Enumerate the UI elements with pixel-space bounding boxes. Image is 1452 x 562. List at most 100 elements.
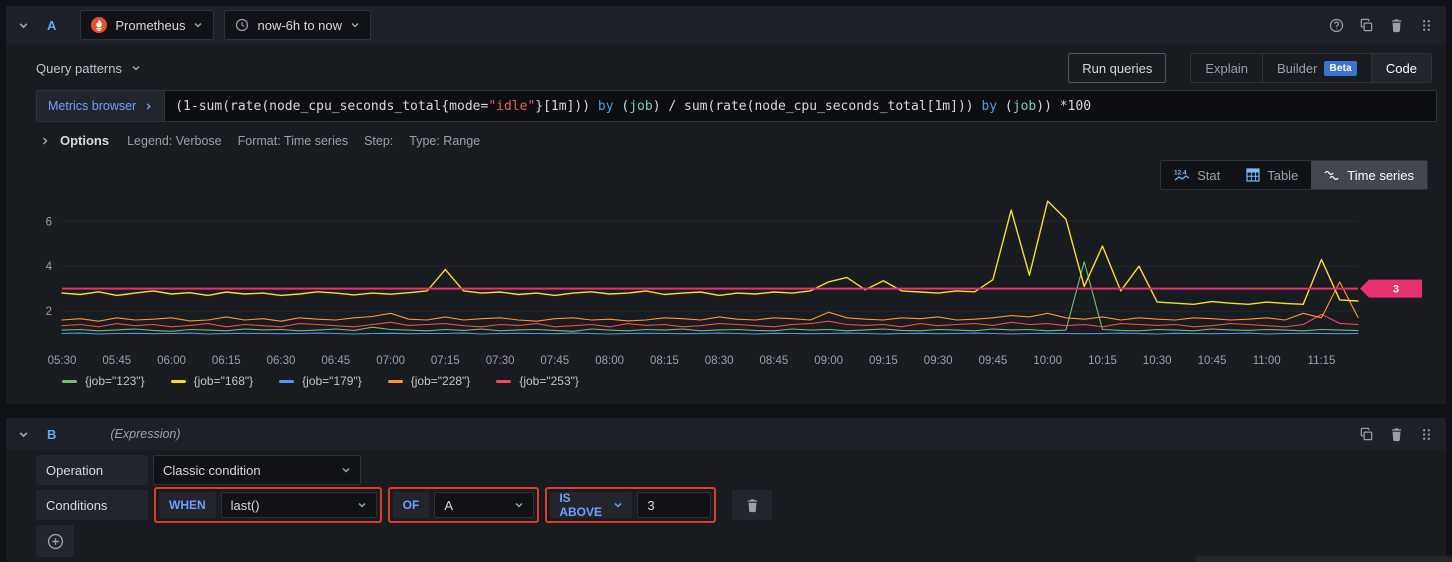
query-patterns-dropdown[interactable]: Query patterns xyxy=(36,61,141,76)
legend-label: {job="228"} xyxy=(411,374,471,388)
operation-label: Operation xyxy=(36,455,148,485)
svg-text:08:45: 08:45 xyxy=(760,355,789,367)
query-panel-a: A Prometheus now-6h to now xyxy=(6,6,1446,404)
chevron-down-icon xyxy=(613,500,623,510)
chevron-down-icon[interactable] xyxy=(18,20,29,31)
operation-select[interactable]: Classic condition xyxy=(153,455,361,485)
legend-label: {job="179"} xyxy=(302,374,362,388)
query-options-row[interactable]: Options Legend: Verbose Format: Time ser… xyxy=(40,133,496,148)
chevron-right-icon xyxy=(40,136,50,146)
duplicate-icon[interactable] xyxy=(1359,427,1374,442)
svg-text:11:15: 11:15 xyxy=(1308,355,1336,367)
svg-text:06:15: 06:15 xyxy=(212,355,241,367)
legend-label: {job="123"} xyxy=(85,374,145,388)
help-icon[interactable] xyxy=(1329,18,1344,33)
run-queries-button[interactable]: Run queries xyxy=(1068,53,1166,83)
svg-text:10:45: 10:45 xyxy=(1198,355,1227,367)
svg-text:09:45: 09:45 xyxy=(979,355,1008,367)
time-series-chart[interactable]: 2 4 6 05:30 05:45 06:00 06:15 06:30 06:45 07:00 07… xyxy=(6,192,1446,372)
operation-row: Operation Classic condition xyxy=(36,455,361,485)
chevron-down-icon xyxy=(341,465,351,475)
datasource-picker[interactable]: Prometheus xyxy=(80,10,214,40)
time-range-picker[interactable]: now-6h to now xyxy=(224,10,371,40)
chevron-down-icon xyxy=(350,20,360,30)
legend-item[interactable]: {job="228"} xyxy=(388,374,471,388)
chevron-down-icon xyxy=(131,63,141,73)
conditions-label: Conditions xyxy=(36,490,148,520)
when-label: WHEN xyxy=(159,492,216,518)
legend-label: {job="168"} xyxy=(194,374,254,388)
trash-icon[interactable] xyxy=(1389,427,1404,442)
legend-label: {job="253"} xyxy=(519,374,579,388)
svg-text:06:45: 06:45 xyxy=(321,355,350,367)
clock-icon xyxy=(235,18,249,32)
query-editor-input[interactable]: (1-sum(rate(node_cpu_seconds_total{mode=… xyxy=(164,90,1437,122)
conditions-row: Conditions WHEN last() OF A IS ABOVE xyxy=(36,486,772,524)
query-ref-select[interactable]: A xyxy=(434,492,534,518)
svg-text:4: 4 xyxy=(46,261,53,273)
svg-text:06:30: 06:30 xyxy=(267,355,296,367)
reducer-function-select[interactable]: last() xyxy=(221,492,377,518)
svg-text:09:30: 09:30 xyxy=(924,355,953,367)
visualization-toggle: 12.4 Stat Table Time series xyxy=(1160,160,1428,190)
viz-table-button[interactable]: Table xyxy=(1233,161,1311,189)
svg-text:07:00: 07:00 xyxy=(376,355,405,367)
drag-handle-icon[interactable] xyxy=(1419,427,1434,442)
query-ref-label: A xyxy=(47,18,56,33)
query-a-actions xyxy=(1329,18,1434,33)
evaluator-select[interactable]: IS ABOVE xyxy=(550,492,632,518)
legend-item[interactable]: {job="253"} xyxy=(496,374,579,388)
svg-text:07:30: 07:30 xyxy=(486,355,515,367)
expression-b-actions xyxy=(1359,427,1434,442)
time-series-icon xyxy=(1324,169,1340,181)
svg-text:11:00: 11:00 xyxy=(1253,355,1281,367)
viz-stat-button[interactable]: 12.4 Stat xyxy=(1161,161,1233,189)
svg-text:10:15: 10:15 xyxy=(1088,355,1117,367)
options-label: Options xyxy=(60,133,109,148)
svg-text:05:30: 05:30 xyxy=(48,355,77,367)
time-range-value: now-6h to now xyxy=(257,18,342,33)
datasource-name: Prometheus xyxy=(115,18,185,33)
svg-text:08:15: 08:15 xyxy=(650,355,679,367)
legend-item[interactable]: {job="123"} xyxy=(62,374,145,388)
svg-text:06:00: 06:00 xyxy=(157,355,186,367)
collapsed-panel-edge[interactable] xyxy=(1196,556,1452,562)
svg-text:6: 6 xyxy=(46,216,52,228)
remove-condition-button[interactable] xyxy=(732,490,772,520)
chevron-down-icon xyxy=(193,20,203,30)
chevron-down-icon[interactable] xyxy=(18,429,29,440)
duplicate-icon[interactable] xyxy=(1359,18,1374,33)
expression-ref-label: B xyxy=(47,427,56,442)
threshold-value-input[interactable] xyxy=(637,492,711,518)
svg-text:07:45: 07:45 xyxy=(540,355,569,367)
query-editor-row: Metrics browser (1-sum(rate(node_cpu_sec… xyxy=(36,90,1437,122)
svg-text:10:30: 10:30 xyxy=(1143,355,1172,367)
viz-timeseries-button[interactable]: Time series xyxy=(1311,161,1427,189)
metrics-browser-button[interactable]: Metrics browser xyxy=(36,90,164,122)
svg-text:08:00: 08:00 xyxy=(595,355,624,367)
builder-mode-button[interactable]: Builder Beta xyxy=(1262,54,1371,82)
legend-swatch xyxy=(171,380,186,383)
svg-text:09:00: 09:00 xyxy=(814,355,843,367)
option-legend: Legend: Verbose xyxy=(127,134,222,148)
chevron-down-icon xyxy=(514,500,524,510)
of-label: OF xyxy=(393,492,430,518)
svg-text:3: 3 xyxy=(1393,284,1399,296)
add-condition-button[interactable] xyxy=(36,525,74,557)
prometheus-icon xyxy=(91,17,107,33)
query-patterns-label: Query patterns xyxy=(36,61,122,76)
of-highlight-box: OF A xyxy=(388,487,540,523)
svg-text:05:45: 05:45 xyxy=(102,355,131,367)
trash-icon[interactable] xyxy=(1389,18,1404,33)
chart-legend: {job="123"} {job="168"} {job="179"} {job="2… xyxy=(62,374,579,388)
editor-mode-group: Explain Builder Beta Code xyxy=(1190,53,1432,83)
explain-toggle[interactable]: Explain xyxy=(1191,54,1262,82)
code-mode-button[interactable]: Code xyxy=(1371,54,1431,82)
svg-text:2: 2 xyxy=(46,306,52,318)
chevron-down-icon xyxy=(357,500,367,510)
stat-icon: 12.4 xyxy=(1174,168,1190,182)
legend-item[interactable]: {job="179"} xyxy=(279,374,362,388)
table-icon xyxy=(1246,168,1260,182)
drag-handle-icon[interactable] xyxy=(1419,18,1434,33)
legend-item[interactable]: {job="168"} xyxy=(171,374,254,388)
